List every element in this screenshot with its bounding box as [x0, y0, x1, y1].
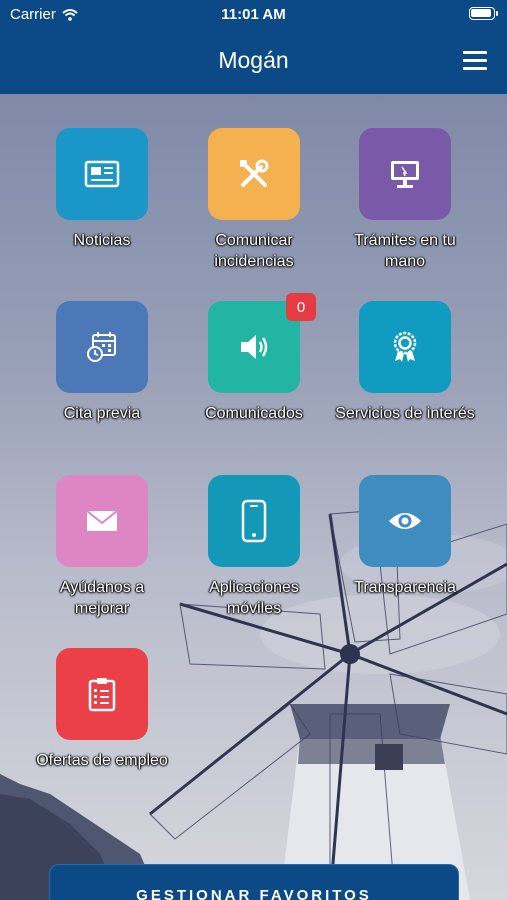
tile-servicios-de-interes[interactable]: Servicios de interés: [335, 301, 475, 424]
nav-bar: Mogán: [0, 30, 507, 94]
mobile-icon[interactable]: [208, 475, 300, 567]
hamburger-menu-icon[interactable]: [463, 51, 487, 71]
tile-label: Ofertas de empleo: [36, 752, 168, 769]
tile-ofertas-de-empleo[interactable]: Ofertas de empleo: [32, 648, 172, 771]
calendar-clock-icon[interactable]: [56, 301, 148, 393]
tile-tramites[interactable]: Trámites en tu mano: [335, 128, 475, 272]
newspaper-icon[interactable]: [56, 128, 148, 220]
tile-label: Aplicaciones móviles: [209, 579, 299, 617]
tile-ayudanos-a-mejorar[interactable]: Ayúdanos a mejorar: [32, 475, 172, 619]
status-time: 11:01 AM: [221, 6, 286, 23]
tile-label: Comunicados: [205, 405, 303, 422]
battery-icon: [469, 7, 498, 20]
tile-label: Comunicar incidencias: [214, 232, 294, 270]
page-title: Mogán: [218, 47, 289, 73]
tile-label: Servicios de interés: [335, 405, 475, 422]
clipboard-icon[interactable]: [56, 648, 148, 740]
speaker-icon[interactable]: 0: [208, 293, 316, 393]
tools-icon[interactable]: [208, 128, 300, 220]
award-icon[interactable]: [359, 301, 451, 393]
tile-label: Trámites en tu mano: [354, 232, 456, 270]
tile-transparencia[interactable]: Transparencia: [335, 475, 475, 598]
mail-icon[interactable]: [56, 475, 148, 567]
status-bar: Carrier 11:01 AM: [0, 0, 507, 30]
eye-icon[interactable]: [359, 475, 451, 567]
tile-label: Transparencia: [354, 579, 456, 596]
notification-badge: 0: [286, 293, 316, 321]
computer-icon[interactable]: [359, 128, 451, 220]
tile-label: Cita previa: [63, 405, 141, 422]
tile-comunicados[interactable]: 0 Comunicados: [184, 293, 324, 424]
tile-comunicar-incidencias[interactable]: Comunicar incidencias: [184, 128, 324, 272]
tile-cita-previa[interactable]: Cita previa: [32, 301, 172, 424]
tile-noticias[interactable]: Noticias: [32, 128, 172, 251]
manage-favorites-button[interactable]: GESTIONAR FAVORITOS: [49, 864, 459, 900]
tile-aplicaciones-moviles[interactable]: Aplicaciones móviles: [184, 475, 324, 619]
tile-label: Noticias: [73, 232, 131, 249]
tile-label: Ayúdanos a mejorar: [59, 579, 145, 617]
